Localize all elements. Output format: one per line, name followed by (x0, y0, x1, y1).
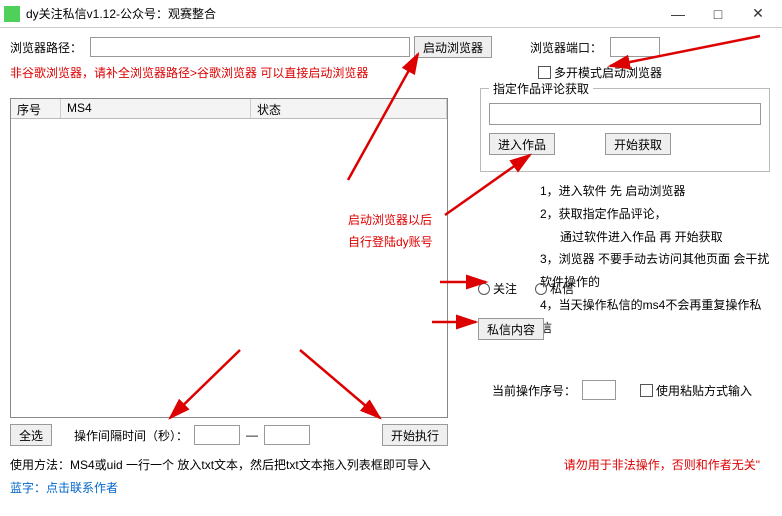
fetch-comments-group: 指定作品评论获取 进入作品 开始获取 (480, 88, 770, 172)
start-fetch-button[interactable]: 开始获取 (605, 133, 671, 155)
interval-to-input[interactable] (264, 425, 310, 445)
usage-text: 使用方法：MS4或uid 一行一个 放入txt文本，然后把txt文本拖入列表框即… (10, 456, 431, 473)
paste-mode-label: 使用粘贴方式输入 (656, 382, 752, 399)
step-1: 1，进入软件 先 启动浏览器 (540, 180, 772, 203)
browser-path-label: 浏览器路径： (10, 39, 82, 56)
maximize-button[interactable]: □ (698, 2, 738, 26)
start-exec-button[interactable]: 开始执行 (382, 424, 448, 446)
app-icon (4, 6, 20, 22)
step-2b: 通过软件进入作品 再 开始获取 (540, 226, 772, 249)
col-index: 序号 (11, 99, 61, 118)
titlebar: dy关注私信v1.12-公众号：观赛整合 — □ ✕ (0, 0, 782, 28)
window-title: dy关注私信v1.12-公众号：观赛整合 (26, 5, 658, 22)
group-title: 指定作品评论获取 (489, 80, 593, 97)
dm-content-button[interactable]: 私信内容 (478, 318, 544, 340)
product-url-input[interactable] (489, 103, 761, 125)
close-button[interactable]: ✕ (738, 2, 778, 26)
radio-icon (478, 283, 490, 295)
instructions: 1，进入软件 先 启动浏览器 2，获取指定作品评论， 通过软件进入作品 再 开始… (540, 180, 772, 340)
interval-label: 操作间隔时间（秒）： (74, 427, 188, 444)
step-2: 2，获取指定作品评论， (540, 203, 772, 226)
radio-follow[interactable]: 关注 (478, 280, 517, 297)
data-table[interactable]: 序号 MS4 状态 (10, 98, 448, 418)
bottom-controls: 全选 操作间隔时间（秒）： — 开始执行 (10, 424, 448, 446)
step-3: 3，浏览器 不要手动去访问其他页面 会干扰软件操作的 (540, 248, 772, 294)
login-note: 启动浏览器以后 自行登陆dy账号 (348, 210, 433, 253)
radio-dm[interactable]: 私信 (535, 280, 574, 297)
col-status: 状态 (251, 99, 447, 118)
dash: — (246, 428, 258, 442)
interval-from-input[interactable] (194, 425, 240, 445)
login-note-2: 自行登陆dy账号 (348, 232, 433, 254)
checkbox-icon (640, 384, 653, 397)
warning-text: 请勿用于非法操作，否则和作者无关" (564, 456, 760, 473)
current-index-row: 当前操作序号： 使用粘贴方式输入 (492, 380, 752, 400)
current-index-input[interactable] (582, 380, 616, 400)
browser-note: 非谷歌浏览器，请补全浏览器路径>谷歌浏览器 可以直接启动浏览器 (10, 64, 368, 81)
radio-icon (535, 283, 547, 295)
select-all-button[interactable]: 全选 (10, 424, 52, 446)
minimize-button[interactable]: — (658, 2, 698, 26)
contact-link[interactable]: 蓝字：点击联系作者 (10, 479, 770, 496)
footer: 使用方法：MS4或uid 一行一个 放入txt文本，然后把txt文本拖入列表框即… (10, 456, 770, 496)
col-ms4: MS4 (61, 99, 251, 118)
table-header: 序号 MS4 状态 (11, 99, 447, 119)
window-buttons: — □ ✕ (658, 2, 778, 26)
mode-radios: 关注 私信 (478, 280, 574, 297)
browser-path-input[interactable] (90, 37, 410, 57)
enter-product-button[interactable]: 进入作品 (489, 133, 555, 155)
current-index-label: 当前操作序号： (492, 382, 576, 399)
login-note-1: 启动浏览器以后 (348, 210, 433, 232)
paste-mode-checkbox[interactable]: 使用粘贴方式输入 (640, 382, 752, 399)
step-4: 4，当天操作私信的ms4不会再重复操作私信 (540, 294, 772, 340)
